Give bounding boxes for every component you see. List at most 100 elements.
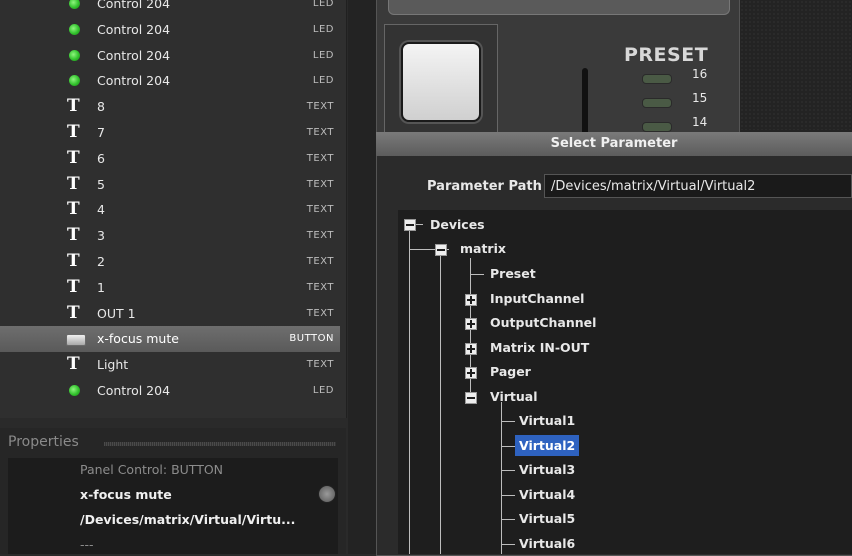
text-icon: T (67, 225, 80, 246)
list-item-type: TEXT (306, 307, 334, 319)
list-item-type: TEXT (306, 230, 334, 242)
list-item[interactable]: T OUT 1 TEXT (0, 301, 340, 327)
collapse-icon[interactable] (465, 392, 477, 404)
tree-line (501, 421, 515, 422)
matrix-collapse-icon[interactable] (435, 244, 447, 256)
led-icon (69, 49, 80, 61)
tree-node-matrix-in-out[interactable]: Matrix IN-OUT (490, 340, 589, 355)
list-item-type: LED (312, 23, 334, 35)
text-icon: T (67, 199, 80, 220)
properties-title: Properties (8, 434, 79, 450)
tree-line (440, 254, 441, 554)
list-item-name: x-focus mute (97, 331, 179, 347)
led-icon (69, 0, 80, 9)
list-item-type: LED (312, 75, 334, 87)
tree-node-matrix[interactable]: matrix (460, 241, 506, 256)
list-item-name: Control 204 (97, 383, 171, 398)
list-item-name: 6 (97, 150, 105, 166)
list-item-name: 1 (97, 279, 105, 295)
list-item-type: TEXT (306, 359, 334, 371)
parameter-path-label: Parameter Path (427, 179, 542, 194)
list-item-name: 3 (97, 228, 105, 244)
tree-line (409, 224, 410, 554)
list-item-type: TEXT (306, 101, 334, 113)
button-icon (66, 334, 86, 347)
text-icon: T (67, 96, 80, 117)
tree-node-virtual1[interactable]: Virtual1 (519, 413, 575, 428)
tree-line (501, 470, 515, 472)
tree-node-virtual[interactable]: Virtual (490, 389, 538, 404)
expand-icon[interactable] (465, 293, 477, 306)
preset-number: 14 (692, 115, 708, 129)
list-item-name: 8 (97, 99, 105, 115)
list-item[interactable]: Control 204 LED (0, 0, 340, 17)
list-item[interactable]: T 8 TEXT (0, 94, 340, 120)
list-item-type: TEXT (306, 127, 334, 138)
dialog-title: Select Parameter (376, 132, 852, 156)
param-browse-button[interactable] (318, 485, 336, 503)
list-item-name: Control 204 (97, 47, 171, 63)
list-item-name: OUT 1 (97, 305, 136, 321)
list-item[interactable]: Control 204 LED (0, 68, 340, 94)
tree-line (501, 494, 515, 496)
list-item-type: LED (312, 385, 334, 396)
text-icon: T (67, 276, 80, 297)
list-item[interactable]: T 2 TEXT (0, 249, 340, 275)
preset-led-15[interactable] (642, 98, 672, 108)
tree-node-inputchannel[interactable]: InputChannel (490, 291, 584, 306)
list-item[interactable]: T 4 TEXT (0, 197, 340, 223)
list-item[interactable]: T 3 TEXT (0, 223, 340, 249)
preset-number: 16 (692, 67, 708, 81)
tree-line (501, 544, 515, 545)
tree-node-preset[interactable]: Preset (490, 266, 536, 281)
tree-node-virtual2[interactable]: Virtual2 (515, 434, 580, 456)
panel-button[interactable] (401, 42, 481, 122)
list-item[interactable]: T Light TEXT (0, 352, 340, 378)
preset-led-14[interactable] (642, 122, 672, 132)
tree-node-virtual4[interactable]: Virtual4 (519, 487, 575, 502)
tree-line (501, 519, 515, 521)
list-item-name: 5 (97, 176, 105, 192)
tree-node-virtual5[interactable]: Virtual5 (519, 511, 575, 526)
property-value: Panel Control: BUTTON (80, 462, 224, 477)
list-item[interactable]: T 6 TEXT (0, 146, 340, 172)
list-item[interactable]: x-focus mute BUTTON (0, 326, 340, 353)
list-item[interactable]: T 1 TEXT (0, 275, 340, 301)
list-item-name: 7 (97, 125, 105, 140)
parameter-tree (398, 210, 852, 554)
led-icon (69, 385, 80, 396)
list-item[interactable]: Control 204 LED (0, 43, 340, 69)
property-value[interactable]: x-focus mute (80, 487, 172, 502)
expand-icon[interactable] (465, 342, 477, 355)
tree-node-devices[interactable]: Devices (430, 217, 485, 232)
list-item-type: TEXT (306, 256, 334, 267)
parameter-path-field[interactable]: /Devices/matrix/Virtual/Virtual2 (544, 174, 852, 198)
fader-slot[interactable] (582, 68, 588, 138)
list-item[interactable]: Control 204 LED (0, 17, 340, 43)
list-item-type: LED (312, 49, 334, 61)
tree-node-outputchannel[interactable]: OutputChannel (490, 315, 596, 330)
devices-collapse-icon[interactable] (404, 219, 416, 231)
tree-node-virtual6[interactable]: Virtual6 (519, 536, 575, 551)
canvas-grid (740, 0, 852, 130)
list-item-name: Control 204 (97, 0, 171, 11)
properties-divider (104, 442, 336, 446)
list-item-name: Control 204 (97, 73, 171, 89)
list-item[interactable]: Control 204 LED (0, 378, 340, 404)
list-item[interactable]: T 5 TEXT (0, 172, 340, 198)
led-icon (69, 75, 80, 87)
text-icon: T (67, 173, 80, 194)
properties-panel: Properties (0, 428, 346, 554)
expand-icon[interactable] (465, 318, 477, 331)
tree-line (501, 402, 502, 554)
tree-node-pager[interactable]: Pager (490, 364, 531, 379)
tree-node-virtual3[interactable]: Virtual3 (519, 462, 575, 477)
expand-icon[interactable] (465, 367, 477, 380)
list-item[interactable]: T 7 TEXT (0, 120, 340, 146)
property-value[interactable]: /Devices/matrix/Virtual/Virtu... (80, 512, 295, 527)
tree-line (470, 274, 484, 275)
list-item-name: Light (97, 357, 129, 373)
list-item-type: TEXT (306, 178, 334, 190)
preset-led-16[interactable] (642, 74, 672, 84)
preset-label: PRESET (624, 44, 709, 66)
